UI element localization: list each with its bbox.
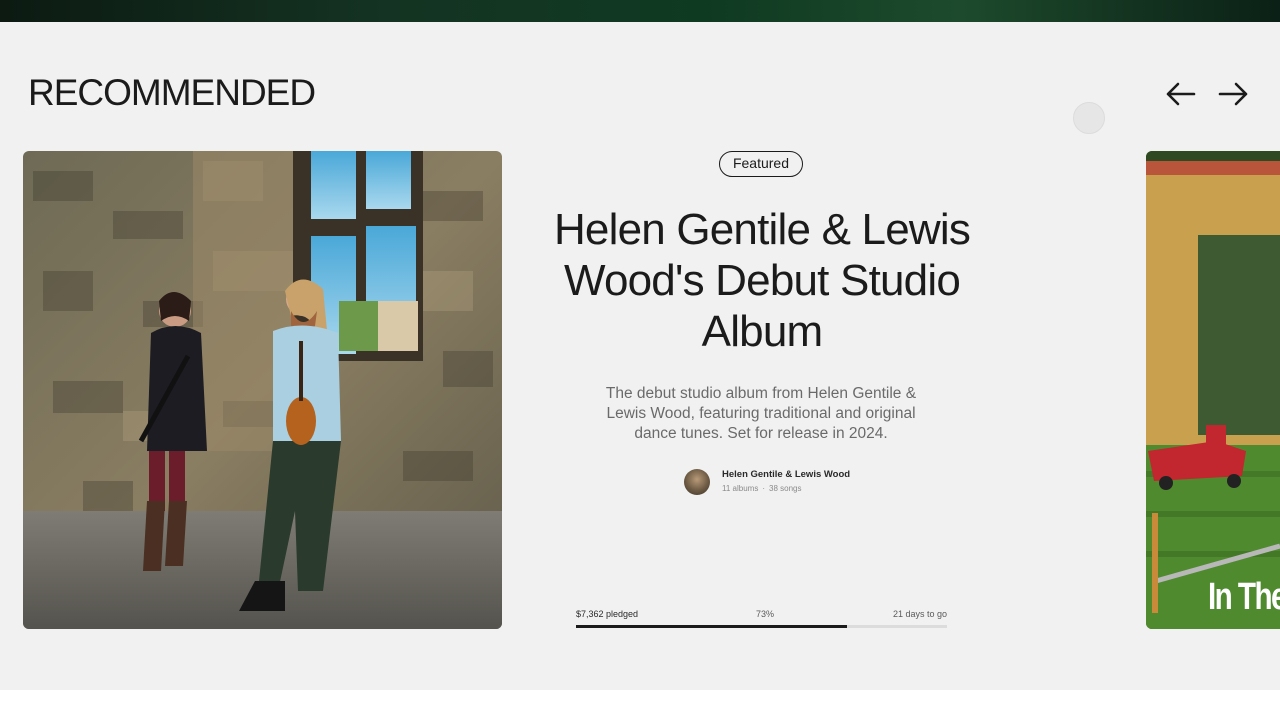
carousel-next-button[interactable] — [1214, 74, 1254, 114]
pledged-amount: $7,362 pledged — [576, 609, 639, 619]
mouse-cursor-indicator — [1073, 102, 1105, 134]
next-project-title: In The — [1208, 576, 1280, 618]
next-project-card[interactable]: In The — [1146, 151, 1280, 629]
artist-avatar — [684, 469, 710, 495]
artist-songs-count: 38 songs — [769, 484, 802, 493]
project-title[interactable]: Helen Gentile & Lewis Wood's Debut Studi… — [520, 204, 1004, 357]
duo-photo-illustration — [23, 151, 502, 629]
funding-labels: $7,362 pledged 73% 21 days to go — [576, 609, 947, 621]
recommended-section: RECOMMENDED Featured Helen Gentile & Lew… — [0, 22, 1280, 690]
previous-section-image-strip — [0, 0, 1280, 22]
artist-albums-count: 11 albums — [722, 484, 759, 493]
days-remaining: 21 days to go — [892, 609, 947, 619]
page-bottom — [0, 690, 1280, 720]
carousel-prev-button[interactable] — [1160, 74, 1200, 114]
arrow-left-icon — [1166, 82, 1196, 106]
funding-progress-fill — [576, 625, 847, 628]
section-title: RECOMMENDED — [28, 72, 316, 113]
project-photo[interactable] — [23, 151, 502, 629]
artist-name: Helen Gentile & Lewis Wood — [722, 469, 851, 480]
funded-percent: 73% — [756, 609, 775, 619]
arrow-right-icon — [1218, 82, 1248, 106]
featured-badge: Featured — [719, 151, 803, 177]
artist-meta: 11 albums · 38 songs — [722, 483, 850, 495]
artist-info[interactable]: Helen Gentile & Lewis Wood 11 albums · 38 … — [684, 468, 850, 496]
artist-meta-separator: · — [762, 484, 765, 493]
funding-progress-bar — [576, 625, 947, 628]
next-project-image — [1146, 151, 1280, 629]
project-description: The debut studio album from Helen Gentil… — [605, 385, 917, 442]
